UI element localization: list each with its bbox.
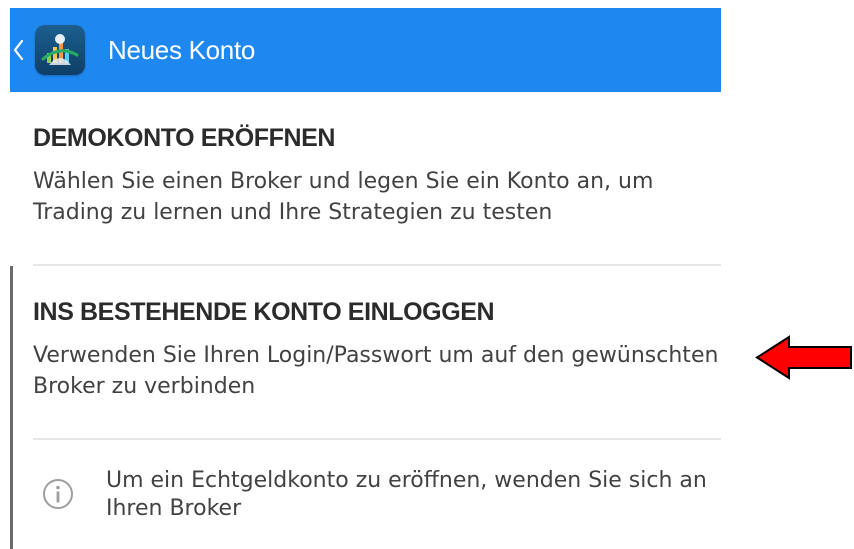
info-icon — [43, 479, 73, 509]
scroll-edge-indicator — [10, 266, 13, 549]
option-title: DEMOKONTO ERÖFFNEN — [33, 124, 336, 152]
app-bar: Neues Konto — [10, 8, 721, 92]
option-title: INS BESTEHENDE KONTO EINLOGGEN — [33, 298, 495, 326]
metatrader-logo-graphic — [41, 34, 79, 65]
chevron-left-icon[interactable] — [12, 37, 26, 63]
option-demo-account[interactable]: DEMOKONTO ERÖFFNEN Wählen Sie einen Brok… — [10, 92, 721, 266]
phone-screen: Neues Konto DEMOKONTO ERÖFFNEN Wählen Si… — [10, 8, 721, 549]
option-description: Wählen Sie einen Broker und legen Sie ei… — [33, 169, 654, 225]
metatrader-app-icon[interactable] — [35, 25, 85, 75]
option-description: Verwenden Sie Ihren Login/Passwort um au… — [33, 343, 719, 399]
page-title: Neues Konto — [108, 35, 256, 65]
option-login-existing-account[interactable]: INS BESTEHENDE KONTO EINLOGGEN Verwenden… — [10, 266, 721, 438]
info-text: Um ein Echtgeldkonto zu eröffnen, wenden… — [106, 468, 707, 521]
red-arrow-left-icon — [755, 335, 852, 380]
divider — [33, 438, 721, 440]
